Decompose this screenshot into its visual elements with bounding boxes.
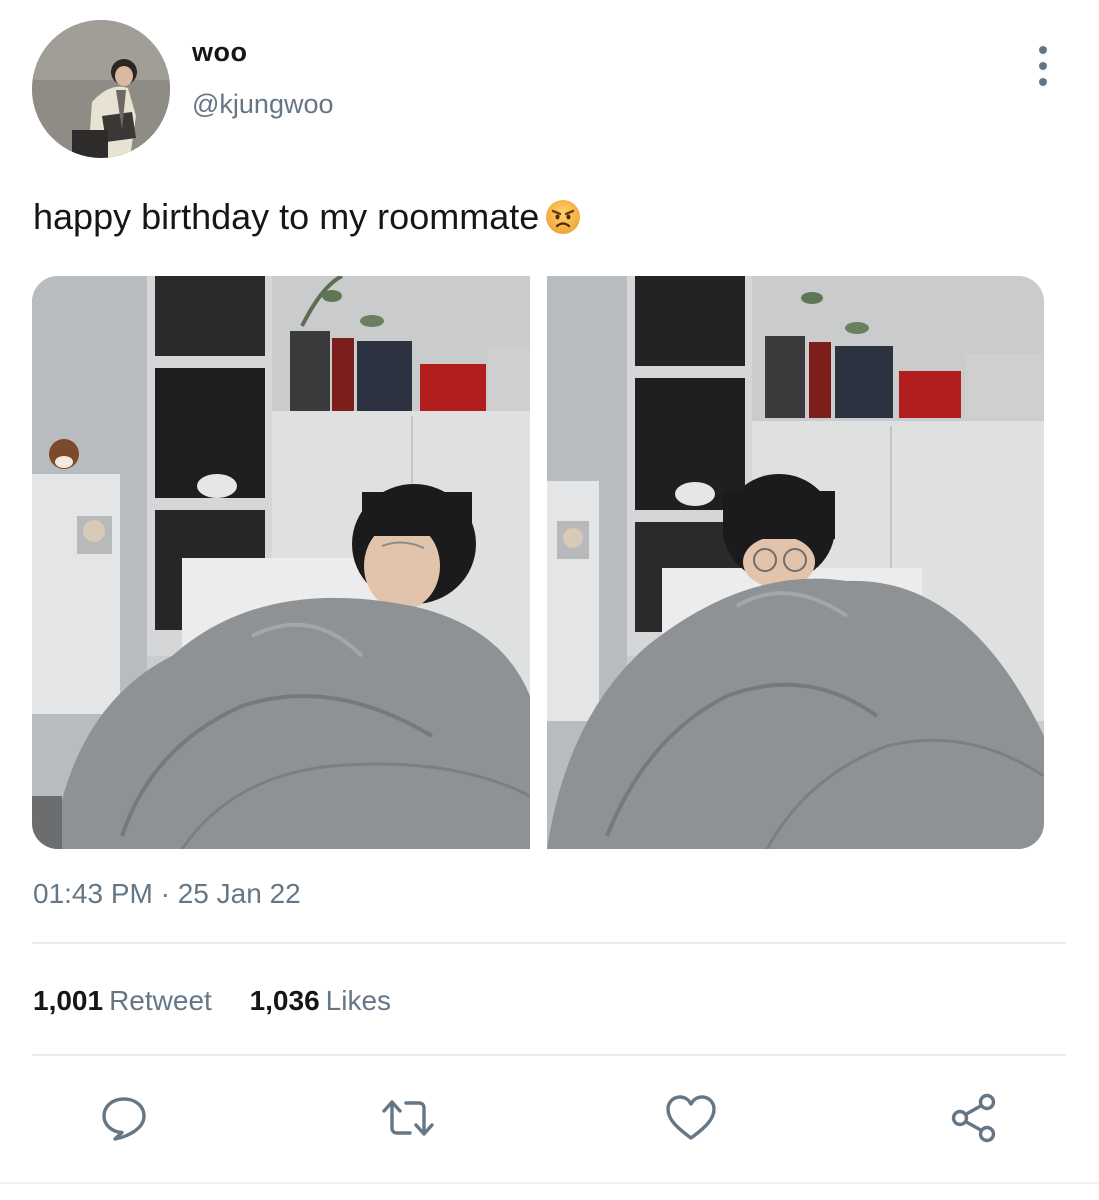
tweet-photo-1[interactable] bbox=[32, 276, 530, 849]
tweet-text: happy birthday to my roommate bbox=[33, 196, 540, 237]
divider bbox=[0, 1182, 1099, 1184]
action-bar bbox=[0, 1088, 1099, 1148]
tweet-text-container: happy birthday to my roommate bbox=[33, 194, 581, 240]
divider bbox=[32, 942, 1066, 944]
like-button[interactable] bbox=[661, 1088, 721, 1148]
retweet-icon bbox=[382, 1100, 434, 1136]
retweet-button[interactable] bbox=[378, 1088, 438, 1148]
reply-button[interactable] bbox=[94, 1088, 154, 1148]
dot bbox=[1039, 62, 1047, 70]
speech-bubble-icon bbox=[102, 1097, 146, 1141]
dot bbox=[1039, 78, 1047, 86]
share-icon bbox=[951, 1093, 996, 1143]
share-button[interactable] bbox=[944, 1088, 1004, 1148]
divider bbox=[32, 1054, 1066, 1056]
profile-avatar-image bbox=[32, 20, 170, 158]
angry-face-emoji bbox=[545, 199, 581, 235]
tweet-timestamp[interactable]: 01:43 PM · 25 Jan 22 bbox=[33, 877, 301, 911]
likes-label: Likes bbox=[325, 985, 392, 1016]
likes-count: 1,036 bbox=[249, 985, 320, 1016]
more-options-icon[interactable] bbox=[1026, 46, 1060, 86]
display-name[interactable]: woo bbox=[192, 36, 248, 68]
tweet-card: woo @kjungwoo happy birthday to my roomm… bbox=[0, 0, 1099, 1200]
media-grid bbox=[32, 276, 1044, 849]
likes-stat[interactable]: 1,036 Likes bbox=[250, 983, 391, 1019]
retweets-count: 1,001 bbox=[33, 985, 104, 1016]
heart-icon bbox=[666, 1095, 716, 1140]
avatar[interactable] bbox=[32, 20, 170, 158]
user-handle[interactable]: @kjungwoo bbox=[192, 88, 334, 120]
dot bbox=[1039, 46, 1047, 54]
retweets-stat[interactable]: 1,001 Retweet bbox=[33, 983, 212, 1019]
tweet-photo-2[interactable] bbox=[546, 276, 1044, 849]
tweet-stats: 1,001 Retweet 1,036 Likes bbox=[33, 983, 421, 1019]
retweets-label: Retweet bbox=[109, 985, 212, 1016]
